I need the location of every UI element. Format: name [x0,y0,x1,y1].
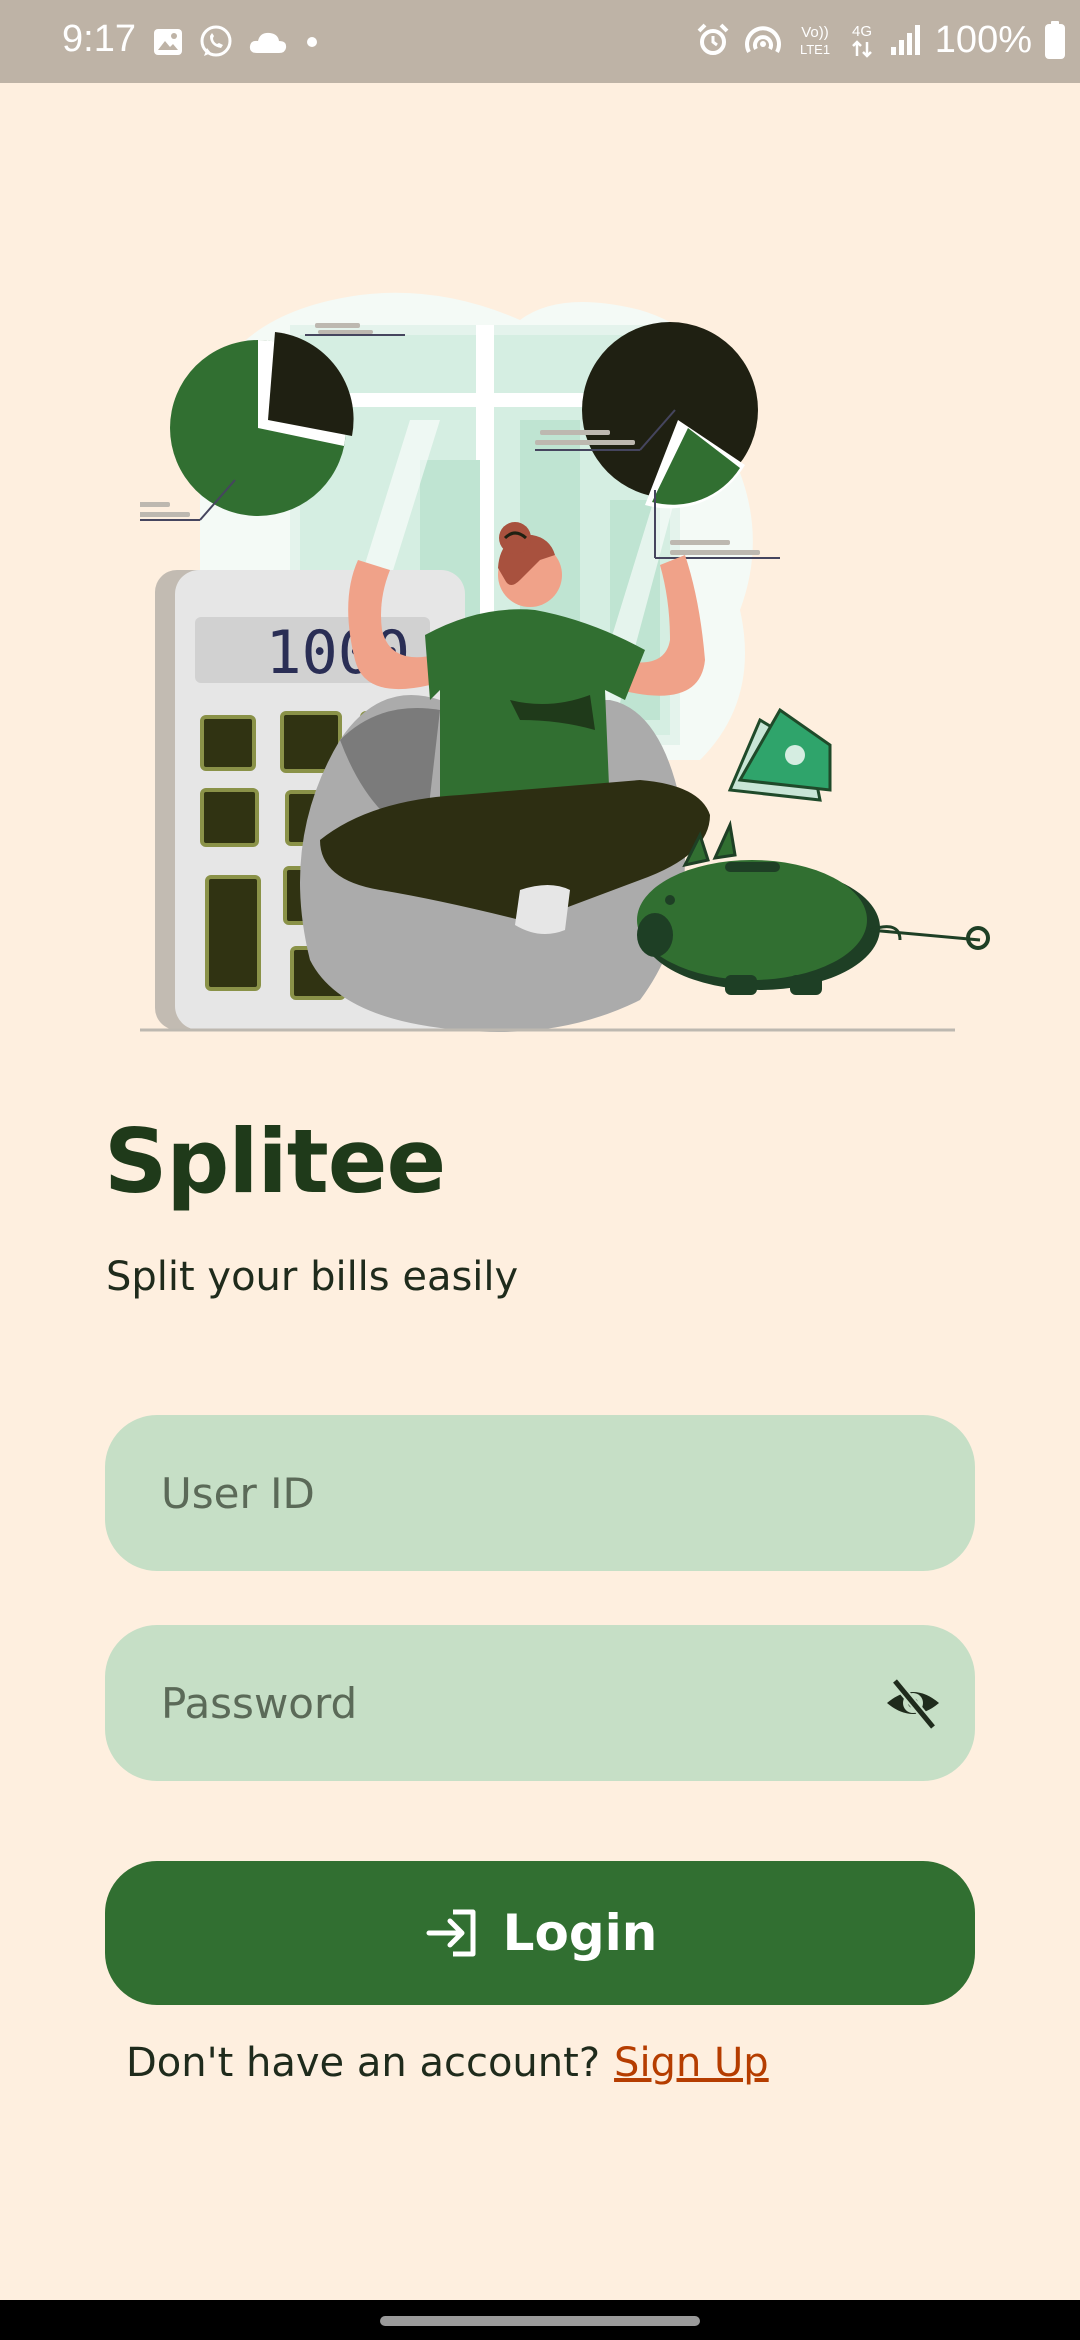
battery-icon [1045,21,1065,59]
login-label: Login [502,1904,658,1962]
volte-icon: Vo)) LTE1 [800,24,830,57]
svg-text:Vo)): Vo)) [801,24,829,41]
4g-icon: 4G [852,23,872,58]
battery-percent: 100% [934,18,1032,61]
gallery-icon [154,29,182,55]
svg-text:4G: 4G [852,23,872,40]
alarm-icon [697,23,729,55]
svg-text:LTE1: LTE1 [800,42,830,57]
password-input[interactable] [159,1677,921,1729]
app-title: Splitee [104,1110,446,1213]
user-id-field[interactable] [105,1415,975,1571]
app-subtitle: Split your bills easily [106,1254,519,1300]
signal-icon [890,25,920,55]
signup-row: Don't have an account? Sign Up [126,2040,769,2086]
status-bar: 9:17 Vo)) LTE1 4G 100% [0,0,1080,83]
navigation-bar [0,2300,1080,2340]
user-id-input[interactable] [159,1467,921,1519]
eye-off-icon[interactable] [883,1673,943,1733]
home-gesture-handle[interactable] [380,2316,700,2326]
dot-icon [307,37,317,47]
finance-illustration: 1000 [140,292,990,1032]
signup-link[interactable]: Sign Up [614,2040,769,2086]
status-time: 9:17 [62,18,136,60]
signup-prompt: Don't have an account? [126,2040,601,2086]
whatsapp-icon [200,25,232,57]
login-button[interactable]: Login [105,1861,975,2005]
notification-icons [152,22,322,62]
system-icons: Vo)) LTE1 4G 100% [695,18,1066,62]
login-icon [426,1909,476,1957]
hotspot-icon [744,26,781,53]
cloud-icon [249,32,287,53]
password-field[interactable] [105,1625,975,1781]
